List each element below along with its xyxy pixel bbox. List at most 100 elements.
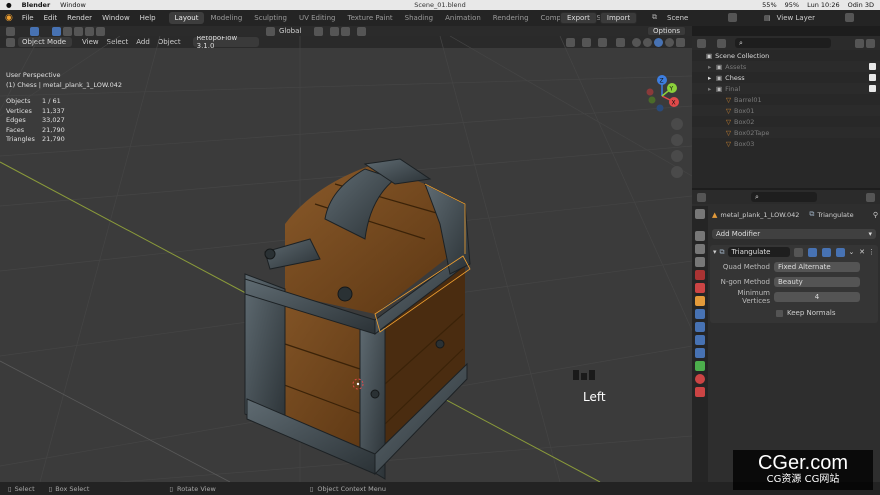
navigation-gizmo[interactable]: X Z Y xyxy=(640,72,684,118)
render-tab-icon[interactable] xyxy=(695,231,705,241)
properties-type-icon[interactable] xyxy=(697,192,706,202)
tab-sculpting[interactable]: Sculpting xyxy=(248,12,293,24)
modifier-tab-icon[interactable] xyxy=(695,309,705,319)
world-tab-icon[interactable] xyxy=(695,283,705,293)
modifier-dropdown[interactable]: Fixed Alternate xyxy=(774,261,860,272)
orientation-icon[interactable] xyxy=(266,26,275,36)
material-tab-icon[interactable] xyxy=(695,374,705,384)
tool-tab-icon[interactable] xyxy=(695,209,705,219)
tab-modeling[interactable]: Modeling xyxy=(204,12,248,24)
cage-toggle-icon[interactable] xyxy=(807,247,817,257)
scene-tab-icon[interactable] xyxy=(695,270,705,280)
outliner-type-icon[interactable] xyxy=(697,38,706,48)
editor-type-icon[interactable] xyxy=(6,26,15,36)
tab-shading[interactable]: Shading xyxy=(399,12,439,24)
zoom-icon[interactable] xyxy=(671,118,683,130)
outliner-item[interactable]: ▽ Box01 xyxy=(692,105,880,116)
select-mode-extend-icon[interactable] xyxy=(63,26,72,36)
outliner-item-label: Barrel01 xyxy=(734,95,762,104)
select-mode-new-icon[interactable] xyxy=(52,26,61,36)
modifier-dropdown[interactable]: Beauty xyxy=(774,276,860,287)
expand-arrow-icon[interactable]: ▸ xyxy=(708,74,716,82)
outliner-item[interactable]: ▸ ▣ Final xyxy=(692,83,880,94)
outliner-item[interactable]: ▽ Box03 xyxy=(692,138,880,149)
collapse-arrow-icon[interactable]: ▾ xyxy=(713,248,717,256)
select-box-tool-icon[interactable] xyxy=(30,26,39,36)
exclude-checkbox[interactable] xyxy=(869,74,876,81)
3d-viewport[interactable]: Object Mode View Select Add Object RetopoFl… xyxy=(0,36,692,482)
expand-arrow-icon[interactable]: ▸ xyxy=(708,63,716,71)
min-vertices-input[interactable]: 4 xyxy=(774,291,860,302)
menu-render[interactable]: Render xyxy=(62,14,97,22)
options-button[interactable]: Options xyxy=(646,26,686,36)
camera-view-icon[interactable] xyxy=(671,150,683,162)
import-button[interactable]: Import xyxy=(599,12,638,24)
view-layer-tab-icon[interactable] xyxy=(695,257,705,267)
transform-orientation[interactable]: Global xyxy=(279,27,313,35)
select-mode-subtract-icon[interactable] xyxy=(74,26,83,36)
particles-tab-icon[interactable] xyxy=(695,322,705,332)
export-button[interactable]: Export xyxy=(560,12,597,24)
menu-window[interactable]: Window xyxy=(97,14,135,22)
outliner-item[interactable]: ▽ Box02 xyxy=(692,116,880,127)
outliner-item[interactable]: ▸ ▣ Chess xyxy=(692,72,880,83)
physics-tab-icon[interactable] xyxy=(695,335,705,345)
outliner-filter-icon[interactable] xyxy=(855,38,864,48)
view-layer-browse-icon[interactable] xyxy=(844,13,854,22)
proportional-edit-icon[interactable] xyxy=(357,26,366,36)
outliner-search-input[interactable]: ⌕ xyxy=(735,38,831,48)
keep-normals-checkbox[interactable] xyxy=(776,309,783,317)
select-mode-intersect-icon[interactable] xyxy=(96,26,105,36)
viewport-toggle-icon[interactable] xyxy=(821,247,831,257)
outliner-item[interactable]: ▽ Box02Tape xyxy=(692,127,880,138)
tab-rendering[interactable]: Rendering xyxy=(487,12,535,24)
tab-animation[interactable]: Animation xyxy=(439,12,487,24)
scene-browse-icon[interactable] xyxy=(728,13,737,22)
modifier-name-field[interactable]: Triangulate xyxy=(727,247,790,257)
output-tab-icon[interactable] xyxy=(695,244,705,254)
texture-tab-icon[interactable] xyxy=(695,387,705,397)
pivot-icon[interactable] xyxy=(314,26,323,36)
scene-collection-row[interactable]: ▣ Scene Collection xyxy=(692,50,880,61)
pan-hand-icon[interactable] xyxy=(671,134,683,146)
outliner-item[interactable]: ▸ ▣ Assets xyxy=(692,61,880,72)
data-tab-icon[interactable] xyxy=(695,361,705,371)
perspective-toggle-icon[interactable] xyxy=(671,166,683,178)
exclude-checkbox[interactable] xyxy=(869,63,876,70)
blender-logo-icon[interactable]: ◉ xyxy=(5,13,13,23)
menu-edit[interactable]: Edit xyxy=(39,14,63,22)
constraints-tab-icon[interactable] xyxy=(695,348,705,358)
gizmo-z-label: Z xyxy=(660,78,664,85)
exclude-checkbox[interactable] xyxy=(869,85,876,92)
outliner-display-mode-icon[interactable] xyxy=(717,38,726,48)
pin-icon[interactable]: ⚲ xyxy=(873,211,878,219)
keep-normals-row[interactable]: Keep Normals xyxy=(776,309,836,317)
editmode-toggle-icon[interactable] xyxy=(793,247,803,257)
mesh-object-icon: ▽ xyxy=(726,106,731,115)
add-modifier-button[interactable]: Add Modifier ▾ xyxy=(712,229,876,239)
snap-icon[interactable] xyxy=(330,26,339,36)
key-overlay-label: Left xyxy=(583,390,606,404)
select-mode-invert-icon[interactable] xyxy=(85,26,94,36)
menu-help[interactable]: Help xyxy=(135,14,161,22)
menu-file[interactable]: File xyxy=(17,14,39,22)
remove-modifier-icon[interactable]: ✕ xyxy=(859,248,865,256)
scene-selector[interactable]: Scene xyxy=(667,14,727,22)
render-toggle-icon[interactable] xyxy=(835,247,845,257)
treasure-chest-model[interactable] xyxy=(225,144,475,482)
outliner-item[interactable]: ▽ Barrel01 xyxy=(692,94,880,105)
modifier-tab-icon: ⧉ xyxy=(809,210,815,218)
view-layer-selector[interactable]: View Layer xyxy=(777,14,837,22)
stat-value: 33,027 xyxy=(42,116,65,124)
snap-target-icon[interactable] xyxy=(341,26,350,36)
new-collection-icon[interactable] xyxy=(866,38,875,48)
object-tab-icon[interactable] xyxy=(695,296,705,306)
properties-options-icon[interactable] xyxy=(866,192,875,202)
tab-layout[interactable]: Layout xyxy=(168,12,205,24)
modifier-menu-icon[interactable]: ⌄ xyxy=(849,248,855,256)
expand-arrow-icon[interactable]: ▸ xyxy=(708,85,716,93)
tab-texture-paint[interactable]: Texture Paint xyxy=(342,12,399,24)
tab-uv-editing[interactable]: UV Editing xyxy=(293,12,342,24)
properties-search-input[interactable]: ⌕ xyxy=(751,192,817,202)
drag-handle-icon[interactable]: ⋮ xyxy=(868,248,875,256)
